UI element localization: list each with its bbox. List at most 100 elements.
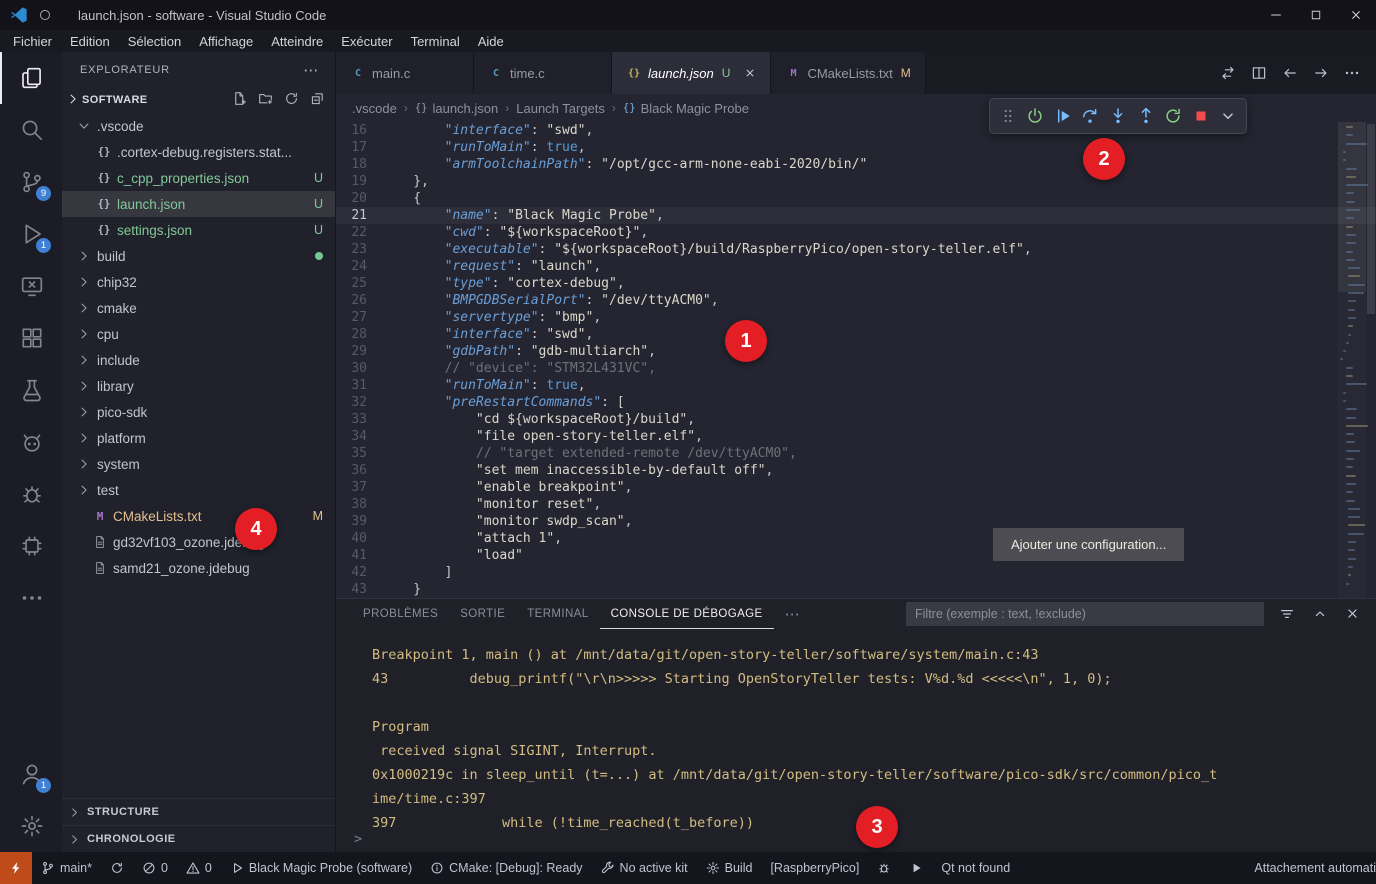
status-build[interactable]: Build	[697, 852, 762, 884]
tree-item-build[interactable]: build	[62, 243, 335, 269]
minimap[interactable]	[1338, 122, 1366, 598]
new-folder-icon[interactable]	[258, 91, 273, 109]
menu-item-2[interactable]: Sélection	[119, 34, 190, 49]
close-tab-icon[interactable]	[744, 67, 756, 79]
step-out-icon[interactable]	[1133, 102, 1159, 130]
status-warnings[interactable]: 0	[177, 852, 221, 884]
breadcrumb-item-3[interactable]: {}Black Magic Probe	[623, 101, 749, 116]
console-filter-input[interactable]	[906, 602, 1264, 626]
stop-icon[interactable]	[1188, 102, 1214, 130]
status-sync[interactable]	[101, 852, 133, 884]
menu-item-6[interactable]: Terminal	[402, 34, 469, 49]
close-panel-icon[interactable]	[1345, 606, 1360, 622]
minimize-button[interactable]	[1256, 0, 1296, 30]
panel-tab--[interactable]: ⋯	[774, 599, 811, 629]
maximize-button[interactable]	[1296, 0, 1336, 30]
tab-main-c[interactable]: Cmain.c	[336, 52, 474, 94]
refresh-icon[interactable]	[284, 91, 299, 109]
code-editor[interactable]: 16 "interface": "swd",17 "runToMain": tr…	[336, 122, 1376, 598]
tree-item-c-cpp-properties-json[interactable]: {}c_cpp_properties.jsonU	[62, 165, 335, 191]
menu-item-4[interactable]: Atteindre	[262, 34, 332, 49]
panel-tab-terminal[interactable]: TERMINAL	[516, 599, 599, 629]
menu-item-1[interactable]: Edition	[61, 34, 119, 49]
activity-remote-explorer-icon[interactable]	[0, 260, 62, 312]
tab-launch-json[interactable]: {}launch.jsonU	[612, 52, 771, 94]
split-editor-icon[interactable]	[1251, 65, 1267, 81]
workspace-section-header[interactable]: SOFTWARE	[62, 87, 335, 113]
panel-tab-sortie[interactable]: SORTIE	[449, 599, 516, 629]
tree-item-cmakelists-txt[interactable]: MCMakeLists.txtM	[62, 503, 335, 529]
status-active-kit[interactable]: No active kit	[592, 852, 697, 884]
activity-memory-view-icon[interactable]	[0, 520, 62, 572]
activity-extensions-icon[interactable]	[0, 312, 62, 364]
tree-item-chip32[interactable]: chip32	[62, 269, 335, 295]
editor-scrollbar[interactable]	[1366, 122, 1376, 598]
tree-item-library[interactable]: library	[62, 373, 335, 399]
activity-more-icon[interactable]	[0, 572, 62, 624]
step-into-icon[interactable]	[1105, 102, 1131, 130]
activity-settings-icon[interactable]	[0, 800, 62, 852]
restart-icon[interactable]	[1160, 102, 1186, 130]
add-configuration-button[interactable]: Ajouter une configuration...	[993, 528, 1184, 561]
navigate-back-icon[interactable]	[1282, 65, 1298, 81]
debug-console-output[interactable]: Breakpoint 1, main () at /mnt/data/git/o…	[336, 629, 1376, 852]
sidebar-section-structure[interactable]: STRUCTURE	[62, 798, 335, 825]
tree-item--vscode[interactable]: .vscode	[62, 113, 335, 139]
collapse-all-icon[interactable]	[310, 91, 325, 109]
tab-cmakelists-txt[interactable]: MCMakeLists.txtM	[771, 52, 925, 94]
tree-item-cpu[interactable]: cpu	[62, 321, 335, 347]
status-auto-attach[interactable]: Attachement automati	[1245, 852, 1376, 884]
menu-item-5[interactable]: Exécuter	[332, 34, 401, 49]
tree-item-platform[interactable]: platform	[62, 425, 335, 451]
tree-item-samd21-ozone-jdebug[interactable]: samd21_ozone.jdebug	[62, 555, 335, 581]
status-git-branch[interactable]: main*	[32, 852, 101, 884]
status-run-target[interactable]	[900, 852, 932, 884]
menu-item-0[interactable]: Fichier	[4, 34, 61, 49]
tree-item-pico-sdk[interactable]: pico-sdk	[62, 399, 335, 425]
activity-platformio-icon[interactable]	[0, 416, 62, 468]
panel-tab-console-de-d-bogage[interactable]: CONSOLE DE DÉBOGAGE	[600, 599, 774, 629]
menu-item-7[interactable]: Aide	[469, 34, 513, 49]
activity-accounts-icon[interactable]: 1	[0, 748, 62, 800]
status-qt-status[interactable]: Qt not found	[932, 852, 1019, 884]
tree-item-settings-json[interactable]: {}settings.jsonU	[62, 217, 335, 243]
sidebar-section-chronologie[interactable]: CHRONOLOGIE	[62, 825, 335, 852]
activity-testing-icon[interactable]	[0, 364, 62, 416]
activity-debug-adapter-icon[interactable]	[0, 468, 62, 520]
more-actions-icon[interactable]	[1344, 65, 1360, 81]
step-over-icon[interactable]	[1077, 102, 1103, 130]
activity-search-icon[interactable]	[0, 104, 62, 156]
status-cmake-status[interactable]: CMake: [Debug]: Ready	[421, 852, 591, 884]
tree-item-system[interactable]: system	[62, 451, 335, 477]
continue-icon[interactable]	[1050, 102, 1076, 130]
status-errors[interactable]: 0	[133, 852, 177, 884]
tree-item-launch-json[interactable]: {}launch.jsonU	[62, 191, 335, 217]
close-button[interactable]	[1336, 0, 1376, 30]
activity-explorer-icon[interactable]	[0, 52, 62, 104]
power-icon[interactable]	[1022, 102, 1048, 130]
breadcrumb-item-1[interactable]: {}launch.json	[415, 101, 498, 116]
status-remote-indicator[interactable]	[0, 852, 32, 884]
tree-item-cmake[interactable]: cmake	[62, 295, 335, 321]
tab-time-c[interactable]: Ctime.c	[474, 52, 612, 94]
console-prompt[interactable]: >	[354, 831, 362, 847]
panel-tab-probl-mes[interactable]: PROBLÈMES	[352, 599, 449, 629]
tree-item--cortex-debug-registers-stat-[interactable]: {}.cortex-debug.registers.stat...	[62, 139, 335, 165]
new-file-icon[interactable]	[232, 91, 247, 109]
tree-item-test[interactable]: test	[62, 477, 335, 503]
console-filter-icon[interactable]	[1279, 606, 1295, 622]
activity-source-control-icon[interactable]: 9	[0, 156, 62, 208]
sidebar-more-icon[interactable]: ⋯	[303, 61, 319, 79]
dropdown-icon[interactable]	[1215, 102, 1241, 130]
status-build-variant[interactable]: [RaspberryPico]	[761, 852, 868, 884]
menu-item-3[interactable]: Affichage	[190, 34, 262, 49]
tree-item-include[interactable]: include	[62, 347, 335, 373]
breadcrumb-item-2[interactable]: Launch Targets	[516, 101, 605, 116]
breadcrumb-item-0[interactable]: .vscode	[352, 101, 397, 116]
compare-changes-icon[interactable]	[1220, 65, 1236, 81]
tree-item-gd32vf103-ozone-jdebug[interactable]: gd32vf103_ozone.jdebug	[62, 529, 335, 555]
status-debug-target[interactable]	[868, 852, 900, 884]
status-debug-config[interactable]: Black Magic Probe (software)	[221, 852, 421, 884]
activity-run-debug-icon[interactable]: 1	[0, 208, 62, 260]
navigate-forward-icon[interactable]	[1313, 65, 1329, 81]
